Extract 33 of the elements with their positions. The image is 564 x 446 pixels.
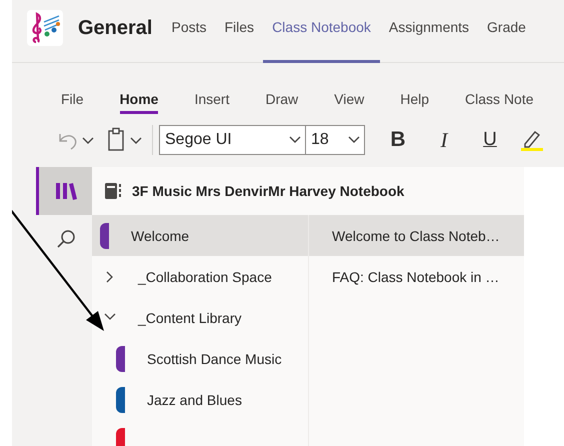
rail-button[interactable]: [36, 167, 92, 215]
section-group[interactable]: _Content Library: [92, 297, 308, 338]
search-icon: [56, 229, 76, 249]
section-item[interactable]: Welcome: [92, 215, 308, 256]
channel-tab[interactable]: Assignments: [380, 0, 478, 62]
ribbon-tab[interactable]: Home: [120, 83, 158, 114]
library-icon: [54, 181, 76, 201]
ribbon-tab[interactable]: Class Note: [465, 83, 534, 114]
caret-icon[interactable]: [289, 136, 301, 144]
channel-tab[interactable]: Posts: [162, 0, 216, 62]
ribbon-tab[interactable]: Insert: [194, 83, 230, 114]
caret-icon[interactable]: [348, 136, 360, 144]
channel-tab[interactable]: Grade: [478, 0, 535, 62]
notebook-icon: [104, 182, 122, 200]
channel-tab[interactable]: Files: [216, 0, 264, 62]
format-button[interactable]: I: [421, 128, 467, 152]
section-group[interactable]: _Collaboration Space: [92, 256, 308, 297]
team-name: General: [78, 16, 152, 40]
ribbon-tab[interactable]: View: [334, 83, 364, 114]
music-notes-icon: [27, 10, 63, 46]
channel-tab[interactable]: Class Notebook: [263, 0, 380, 62]
page-item[interactable]: FAQ: Class Notebook in …: [309, 256, 524, 297]
format-button[interactable]: U: [467, 129, 513, 151]
section-item[interactable]: Scottish Dance Music: [92, 338, 308, 379]
format-button[interactable]: B: [375, 128, 421, 152]
ribbon-tab[interactable]: File: [61, 83, 84, 114]
page-item[interactable]: Welcome to Class Noteb…: [309, 215, 524, 256]
ribbon-tab[interactable]: Help: [400, 83, 430, 114]
notebook-title: 3F Music Mrs DenvirMr Harvey Notebook: [132, 183, 404, 199]
font-size-dropdown[interactable]: 18: [306, 125, 365, 155]
font-dropdown[interactable]: Segoe UI: [159, 125, 306, 155]
section-item[interactable]: Jazz and Blues: [92, 379, 308, 420]
ribbon-tab[interactable]: Draw: [265, 83, 298, 114]
